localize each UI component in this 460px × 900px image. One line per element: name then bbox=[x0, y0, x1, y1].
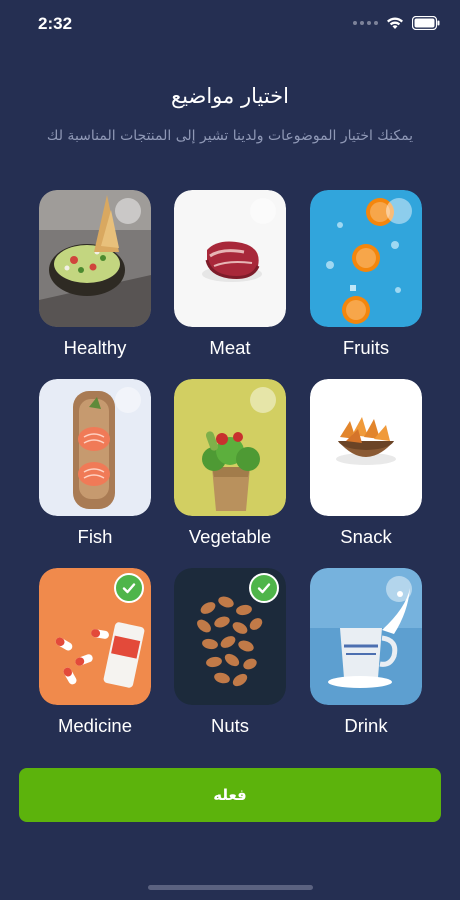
category-label-fruits: Fruits bbox=[342, 337, 390, 358]
select-toggle-fruits[interactable] bbox=[386, 198, 412, 224]
selected-check-icon-nuts[interactable] bbox=[249, 573, 279, 603]
select-toggle-snack[interactable] bbox=[386, 387, 412, 413]
category-label-meat: Meat bbox=[209, 337, 251, 358]
category-label-snack: Snack bbox=[340, 526, 392, 547]
category-label-vegetable: Vegetable bbox=[188, 526, 272, 547]
category-label-fish: Fish bbox=[77, 526, 113, 547]
home-indicator[interactable] bbox=[148, 885, 313, 890]
category-card-nuts[interactable] bbox=[174, 568, 286, 705]
select-toggle-meat[interactable] bbox=[250, 198, 276, 224]
category-card-fruits[interactable] bbox=[310, 190, 422, 327]
category-card-drink[interactable] bbox=[310, 568, 422, 705]
category-card-snack[interactable] bbox=[310, 379, 422, 516]
category-label-healthy: Healthy bbox=[63, 337, 127, 358]
activate-button[interactable]: فعله bbox=[19, 768, 441, 822]
category-label-nuts: Nuts bbox=[210, 715, 250, 736]
select-toggle-fish[interactable] bbox=[115, 387, 141, 413]
category-label-drink: Drink bbox=[344, 715, 388, 736]
category-grid: Healthy Meat Fruits Fish Vegetable Snack… bbox=[0, 0, 460, 760]
category-card-healthy[interactable] bbox=[39, 190, 151, 327]
select-toggle-drink[interactable] bbox=[386, 576, 412, 602]
category-card-meat[interactable] bbox=[174, 190, 286, 327]
select-toggle-vegetable[interactable] bbox=[250, 387, 276, 413]
category-card-vegetable[interactable] bbox=[174, 379, 286, 516]
category-card-fish[interactable] bbox=[39, 379, 151, 516]
category-card-medicine[interactable] bbox=[39, 568, 151, 705]
selected-check-icon-medicine[interactable] bbox=[114, 573, 144, 603]
select-toggle-healthy[interactable] bbox=[115, 198, 141, 224]
category-label-medicine: Medicine bbox=[57, 715, 133, 736]
